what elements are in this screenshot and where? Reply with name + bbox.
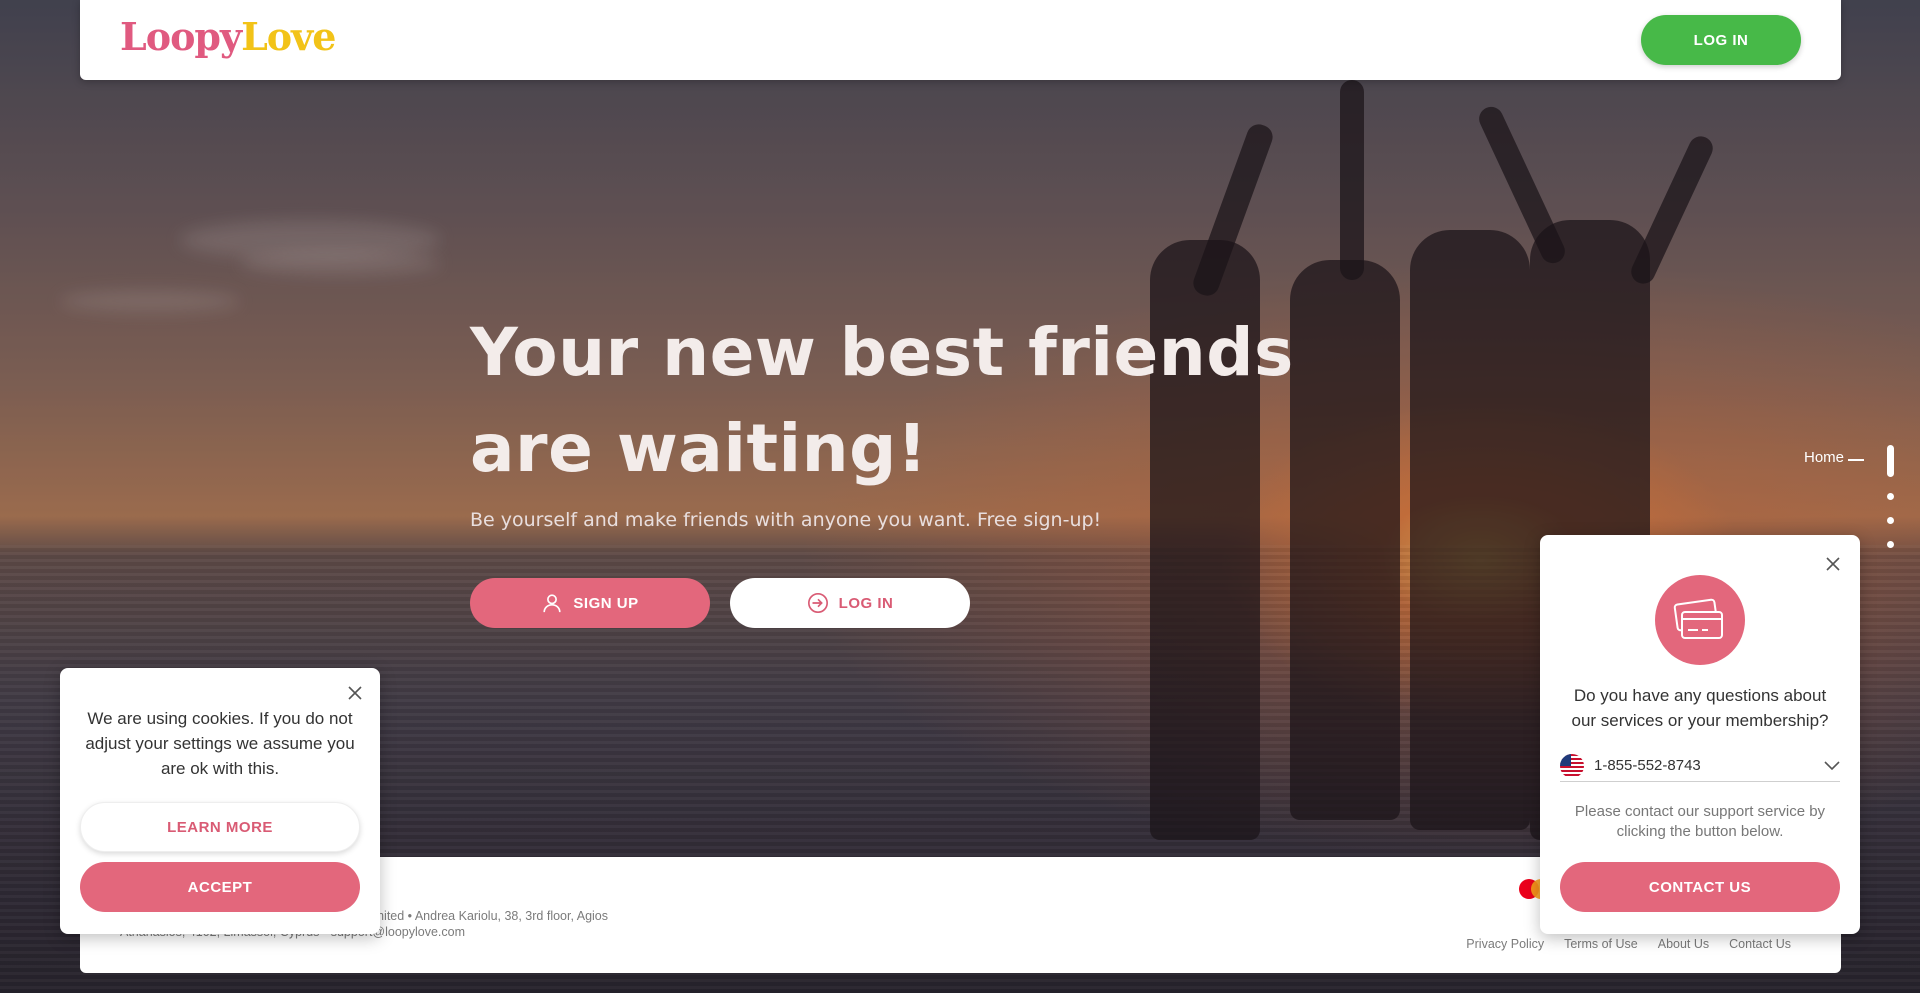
section-nav-active-indicator[interactable] bbox=[1887, 445, 1894, 477]
support-phone-number[interactable]: 1-855-552-8743 bbox=[1594, 757, 1824, 774]
support-note: Please contact our support service by cl… bbox=[1574, 803, 1826, 840]
section-nav-dot-2[interactable] bbox=[1887, 493, 1894, 500]
login-icon bbox=[807, 592, 829, 614]
learn-more-button[interactable]: LEARN MORE bbox=[80, 802, 360, 852]
cookie-popup: We are using cookies. If you do not adju… bbox=[60, 668, 380, 934]
signup-label: SIGN UP bbox=[573, 594, 639, 612]
section-nav-dot-4[interactable] bbox=[1887, 541, 1894, 548]
accept-cookies-button[interactable]: ACCEPT bbox=[80, 862, 360, 912]
support-popup: Do you have any questions about our serv… bbox=[1540, 535, 1860, 934]
credit-card-icon bbox=[1655, 575, 1745, 665]
footer-link-privacy-policy[interactable]: Privacy Policy bbox=[1466, 937, 1544, 951]
logo-text-love: Love bbox=[241, 14, 336, 59]
section-nav-dash bbox=[1848, 459, 1864, 461]
support-question: Do you have any questions about our serv… bbox=[1571, 686, 1829, 730]
hero-login-button[interactable]: LOG IN bbox=[730, 578, 970, 628]
cookie-message: We are using cookies. If you do not adju… bbox=[85, 709, 355, 778]
loopylove-logo[interactable]: LoopyLove bbox=[120, 14, 336, 59]
hero-login-label: LOG IN bbox=[838, 594, 894, 612]
hero-title: Your new best friends are waiting! bbox=[470, 314, 1294, 487]
footer-link-terms-of-use[interactable]: Terms of Use bbox=[1564, 937, 1638, 951]
footer-link-about-us[interactable]: About Us bbox=[1658, 937, 1709, 951]
phone-selector[interactable]: 1-855-552-8743 bbox=[1560, 750, 1840, 782]
footer-link-contact-us[interactable]: Contact Us bbox=[1729, 937, 1791, 951]
logo-text-loopy: Loopy bbox=[120, 14, 242, 59]
signup-button[interactable]: SIGN UP bbox=[470, 578, 710, 628]
us-flag-icon bbox=[1560, 753, 1584, 778]
user-icon bbox=[541, 592, 563, 614]
header-login-button[interactable]: LOG IN bbox=[1641, 15, 1801, 65]
footer-links: Privacy Policy Terms of Use About Us Con… bbox=[1466, 937, 1791, 951]
section-nav-home-label[interactable]: Home bbox=[1804, 449, 1844, 466]
section-nav-dot-3[interactable] bbox=[1887, 517, 1894, 524]
hero-subtitle: Be yourself and make friends with anyone… bbox=[470, 509, 1102, 531]
chevron-down-icon[interactable] bbox=[1824, 760, 1840, 771]
top-header: LoopyLove LOG IN bbox=[80, 0, 1841, 80]
close-icon[interactable] bbox=[1826, 557, 1840, 571]
close-icon[interactable] bbox=[348, 686, 362, 700]
contact-us-button[interactable]: CONTACT US bbox=[1560, 862, 1840, 912]
